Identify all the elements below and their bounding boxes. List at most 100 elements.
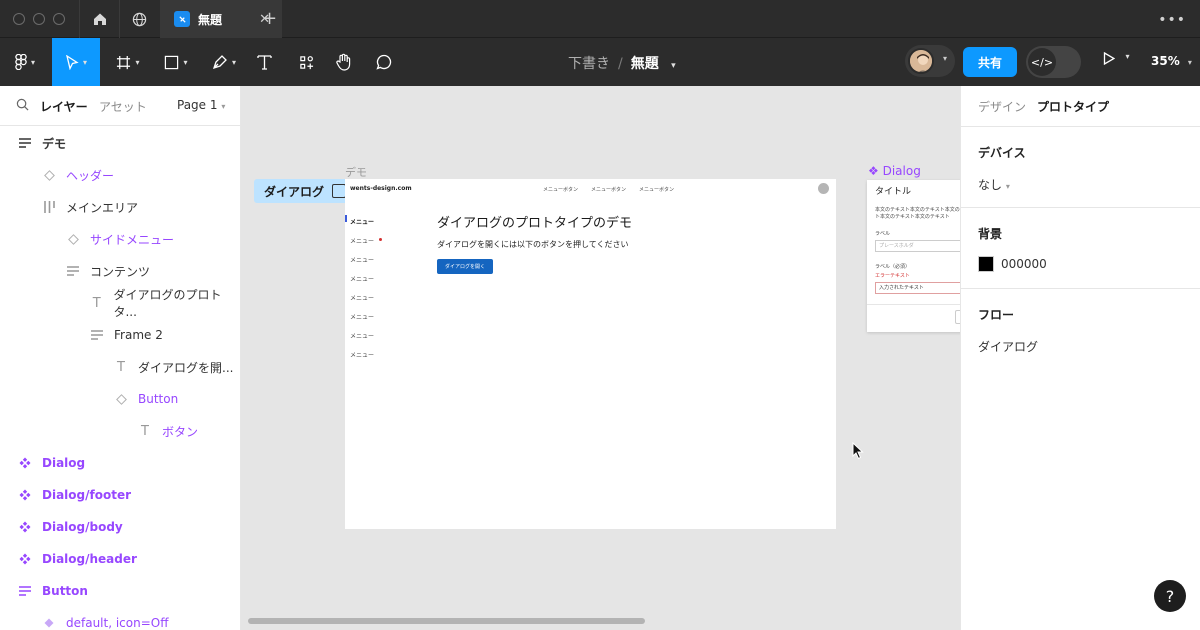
layer-label: Button xyxy=(138,392,179,406)
plus-icon[interactable]: + xyxy=(262,8,277,29)
chevron-down-icon: ▾ xyxy=(231,57,236,67)
layer-row[interactable]: T ダイアログを開... xyxy=(0,351,240,383)
layer-label: デモ xyxy=(42,136,67,151)
dev-mode-toggle[interactable]: </> xyxy=(1026,46,1081,78)
resources-icon xyxy=(299,55,313,69)
layer-row[interactable]: Dialog/body xyxy=(0,511,240,543)
chevron-down-icon: ▾ xyxy=(221,102,226,111)
layer-label: ヘッダー xyxy=(66,168,115,183)
resources-button[interactable] xyxy=(294,38,318,86)
demo-notification-dot xyxy=(379,238,382,241)
move-tool-icon xyxy=(66,54,79,70)
layer-row[interactable]: Frame 2 xyxy=(0,319,240,351)
hand-tool-button[interactable] xyxy=(332,38,356,86)
page-label: Page 1 xyxy=(177,98,218,112)
layer-row[interactable]: Button xyxy=(0,383,240,415)
flow-section-title: フロー xyxy=(978,308,1015,322)
flow-start-icon xyxy=(332,184,347,198)
layer-label: Dialog/body xyxy=(42,520,123,534)
layer-row[interactable]: コンテンツ xyxy=(0,255,240,287)
component-icon: ❖ xyxy=(868,164,879,178)
frame-name-label[interactable]: デモ xyxy=(345,164,367,180)
help-button[interactable]: ? xyxy=(1154,580,1186,612)
text-layer-icon: T xyxy=(117,359,125,375)
layer-row[interactable]: Dialog xyxy=(0,447,240,479)
share-button[interactable]: 共有 xyxy=(963,47,1017,77)
frame-tool-button[interactable]: ▾ xyxy=(108,38,148,86)
breadcrumb-folder[interactable]: 下書き xyxy=(568,56,610,72)
chevron-down-icon: ▾ xyxy=(1125,52,1130,61)
more-icon[interactable]: ••• xyxy=(1158,12,1186,28)
code-icon: </> xyxy=(1028,48,1056,76)
present-button[interactable]: ▾ xyxy=(1103,51,1130,69)
tab-layers[interactable]: レイヤー xyxy=(40,98,88,115)
component-icon xyxy=(18,520,32,534)
globe-icon[interactable] xyxy=(119,0,159,38)
dialog-component-label[interactable]: ❖ Dialog xyxy=(868,164,921,178)
zoom-control[interactable]: 35% ▾ xyxy=(1151,54,1192,68)
auto-layout-icon xyxy=(90,328,104,342)
layer-row[interactable]: Button xyxy=(0,575,240,607)
cursor-icon xyxy=(852,442,864,460)
demo-frame[interactable]: wents-design.com メニューボタン メニューボタン メニューボタン… xyxy=(345,179,836,529)
flow-item[interactable]: ダイアログ xyxy=(978,338,1038,355)
dialog-body-text: 本文のテキスト本文のテキスト本文のテキスト本文のテキスト本文のテキスト xyxy=(875,207,960,220)
window-close-dot[interactable] xyxy=(13,13,25,25)
frame-tool-icon xyxy=(117,55,131,69)
canvas[interactable]: デモ ダイアログ wents-design.com メニューボタン メニューボタ… xyxy=(241,86,960,630)
horizontal-scrollbar[interactable] xyxy=(248,618,645,624)
tab-assets[interactable]: アセット xyxy=(99,98,147,115)
title-bar: 無題 ✕ + ••• xyxy=(0,0,1200,38)
chevron-down-icon[interactable]: ▾ xyxy=(671,61,676,71)
device-select[interactable]: なし ▾ xyxy=(978,176,1010,193)
layer-row[interactable]: Dialog/header xyxy=(0,543,240,575)
layer-row[interactable]: Dialog/footer xyxy=(0,479,240,511)
layer-row[interactable]: default, icon=Off xyxy=(0,607,240,630)
chevron-down-icon: ▾ xyxy=(1187,58,1192,67)
file-name[interactable]: 無題 xyxy=(631,56,659,72)
pen-tool-button[interactable]: ▾ xyxy=(204,38,244,86)
layer-row[interactable]: T ダイアログのプロトタ... xyxy=(0,287,240,319)
text-tool-icon xyxy=(256,55,272,70)
dialog-component-name: Dialog xyxy=(882,164,921,178)
layer-row[interactable]: デモ xyxy=(0,127,240,159)
move-tool-button[interactable]: ▾ xyxy=(52,38,100,86)
flow-starting-point-chip[interactable]: ダイアログ xyxy=(254,179,357,203)
window-zoom-dot[interactable] xyxy=(53,13,65,25)
instance-icon xyxy=(42,168,56,182)
dialog-field-label: ラベル（必須） xyxy=(875,263,910,270)
demo-menu-item: メニュー xyxy=(350,314,375,321)
demo-menu-item: メニュー xyxy=(350,238,375,245)
layer-label: ダイアログを開... xyxy=(138,360,234,375)
page-selector[interactable]: Page 1 ▾ xyxy=(177,98,225,112)
layer-label: メインエリア xyxy=(66,200,139,215)
comment-tool-button[interactable] xyxy=(372,38,396,86)
home-icon[interactable] xyxy=(79,0,119,38)
hand-tool-icon xyxy=(336,53,351,71)
dialog-component[interactable]: タイトル 本文のテキスト本文のテキスト本文のテキスト本文のテキスト本文のテキスト… xyxy=(867,180,960,332)
tab-design[interactable]: デザイン xyxy=(978,98,1026,115)
demo-avatar xyxy=(818,183,829,194)
layer-row[interactable]: T ボタン xyxy=(0,415,240,447)
tab-prototype[interactable]: プロトタイプ xyxy=(1037,98,1109,115)
search-icon[interactable] xyxy=(16,98,29,111)
instance-icon xyxy=(66,232,80,246)
text-tool-button[interactable] xyxy=(252,38,276,86)
layer-row[interactable]: ヘッダー xyxy=(0,159,240,191)
flow-chip-label: ダイアログ xyxy=(264,184,325,199)
rectangle-tool-button[interactable]: ▾ xyxy=(156,38,196,86)
window-minimize-dot[interactable] xyxy=(33,13,45,25)
chevron-down-icon: ▾ xyxy=(1005,182,1010,191)
demo-open-dialog-button[interactable]: ダイアログを開く xyxy=(437,259,493,274)
breadcrumb-separator: / xyxy=(618,56,623,72)
variant-icon xyxy=(42,616,56,630)
chevron-down-icon: ▾ xyxy=(942,54,947,63)
chevron-down-icon: ▾ xyxy=(30,57,35,67)
file-breadcrumb[interactable]: 下書き / 無題 ▾ xyxy=(568,53,676,73)
layer-row[interactable]: メインエリア xyxy=(0,191,240,223)
background-color-value[interactable]: 000000 xyxy=(1001,257,1047,271)
layer-row[interactable]: サイドメニュー xyxy=(0,223,240,255)
figma-menu-button[interactable]: ▾ xyxy=(0,38,50,86)
avatar[interactable] xyxy=(908,48,934,74)
background-color-swatch[interactable] xyxy=(978,256,994,272)
